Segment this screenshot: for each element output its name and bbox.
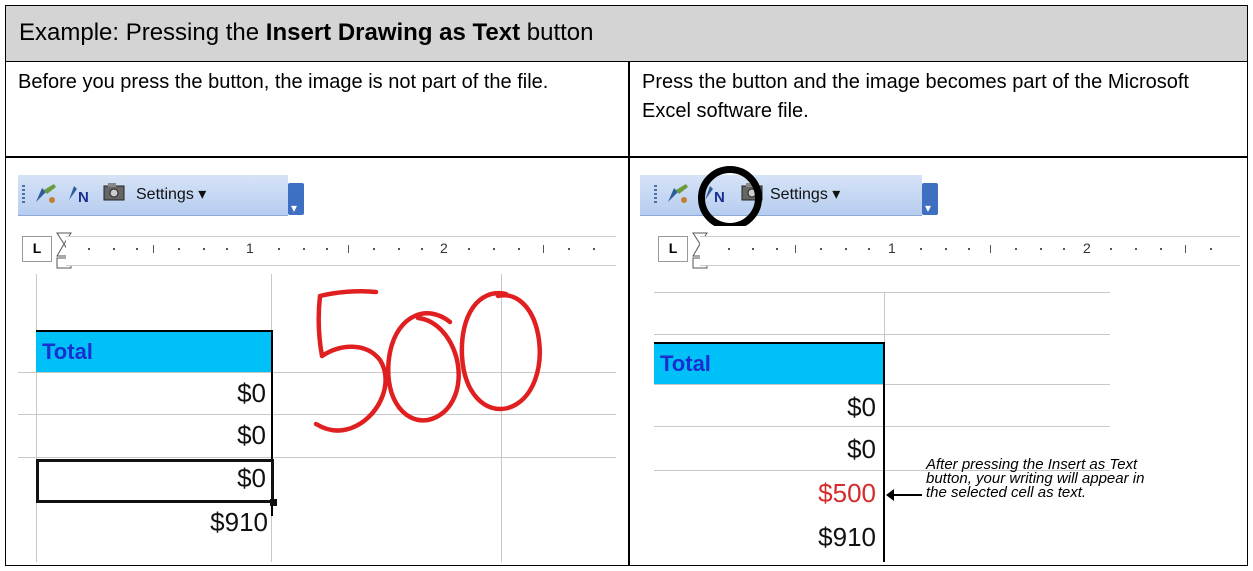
after-description: Press the button and the image becomes p…	[642, 71, 1189, 122]
ruler-strip	[700, 236, 1240, 266]
ruler-tick	[113, 248, 115, 250]
ruler-tick	[518, 248, 520, 250]
cell-border	[883, 342, 885, 562]
toolbar-background: N Settings ▾	[640, 175, 922, 216]
toolbar-overflow-button[interactable]	[922, 183, 938, 215]
ruler-tick	[468, 248, 470, 250]
ruler-tick	[968, 248, 970, 250]
ruler-tick	[868, 248, 870, 250]
ink-toolbar: N Settings ▾	[640, 166, 1240, 230]
ruler-tick	[226, 248, 228, 250]
tab-stop-selector[interactable]: L	[22, 236, 52, 262]
ruler-mark-2: 2	[440, 240, 448, 256]
ruler-tick	[1040, 248, 1042, 250]
ruler-tick	[373, 248, 375, 250]
pen-icon[interactable]	[664, 180, 692, 208]
ruler-tick	[1110, 248, 1112, 250]
callout-arrow	[886, 489, 922, 501]
inserted-value-cell[interactable]: $500	[654, 478, 876, 509]
total-header-cell[interactable]: Total	[654, 342, 884, 384]
callout-line: the selected cell as text.	[926, 484, 1087, 501]
ruler-tick	[845, 248, 847, 250]
total-value-cell[interactable]: $0	[36, 378, 266, 409]
ruler-tick	[990, 245, 991, 253]
example-table: Example: Pressing the Insert Drawing as …	[5, 5, 1248, 566]
total-header-cell[interactable]: Total	[36, 330, 273, 372]
settings-dropdown[interactable]: Settings ▾	[770, 184, 840, 204]
ruler-tick	[795, 245, 796, 253]
example-header: Example: Pressing the Insert Drawing as …	[6, 6, 1247, 62]
ruler-mark-1: 1	[888, 240, 896, 256]
total-value-cell[interactable]: $0	[654, 392, 876, 423]
ink-toolbar: N Settings ▾	[18, 166, 616, 221]
ruler-tick	[493, 248, 495, 250]
ruler: L 1 2	[640, 226, 1240, 272]
ruler-tick	[593, 248, 595, 250]
fill-handle[interactable]	[270, 499, 277, 506]
row-divider	[6, 156, 1247, 158]
toolbar-overflow-button[interactable]	[288, 183, 304, 215]
ruler-tick	[278, 248, 280, 250]
insert-drawing-as-text-icon[interactable]: N	[66, 180, 94, 208]
total-value-cell[interactable]: $910	[36, 507, 268, 538]
spreadsheet-area: Total $0 $0 $0 $910	[18, 274, 616, 562]
ruler-tick	[88, 248, 90, 250]
settings-dropdown[interactable]: Settings ▾	[136, 184, 206, 204]
pen-icon[interactable]	[32, 180, 60, 208]
callout-text: After pressing the Insert as Text button…	[926, 457, 1144, 501]
ruler-tick	[776, 248, 778, 250]
ruler-tick	[728, 248, 730, 250]
ruler-tick	[1210, 248, 1212, 250]
grid-row-line	[654, 384, 1110, 385]
total-value-cell[interactable]: $910	[654, 522, 876, 553]
toolbar-background: N Settings ▾	[18, 175, 288, 216]
ruler-tick	[543, 245, 544, 253]
toolbar-grip[interactable]	[22, 185, 25, 205]
ruler-tick	[1015, 248, 1017, 250]
handwritten-500-ink	[313, 288, 542, 433]
ruler-tick	[1063, 248, 1065, 250]
ruler-tick	[326, 248, 328, 250]
total-value-cell[interactable]: $0	[654, 434, 876, 465]
ruler-tick	[1185, 245, 1186, 253]
before-description: Before you press the button, the image i…	[18, 71, 549, 93]
ruler-mark-2: 2	[1083, 240, 1091, 256]
column-divider	[628, 62, 630, 565]
ruler-tick	[303, 248, 305, 250]
ruler-tick	[752, 248, 754, 250]
total-value-cell[interactable]: $0	[36, 420, 266, 451]
ruler-tick	[153, 245, 154, 253]
grid-row-line	[654, 426, 1110, 427]
grid-row-line	[18, 457, 616, 458]
toolbar-grip[interactable]	[654, 185, 657, 205]
camera-icon[interactable]	[100, 180, 128, 208]
ruler-tick	[820, 248, 822, 250]
ruler-tick	[136, 248, 138, 250]
tab-stop-selector[interactable]: L	[658, 236, 688, 262]
ruler-tick	[348, 245, 349, 253]
svg-text:N: N	[78, 189, 89, 206]
ruler: L 1 2	[18, 226, 616, 272]
ruler-tick	[178, 248, 180, 250]
grid-row-line	[654, 292, 1110, 293]
total-value-cell[interactable]: $0	[36, 463, 266, 494]
ruler-tick	[203, 248, 205, 250]
ruler-mark-1: 1	[246, 240, 254, 256]
ruler-tick	[421, 248, 423, 250]
spreadsheet-area: Total $0 $0 $500 $910 After pressing the…	[640, 274, 1240, 562]
ruler-tick	[1160, 248, 1162, 250]
ruler-strip	[66, 236, 616, 266]
ruler-tick	[398, 248, 400, 250]
before-screenshot: N Settings ▾ L 1 2	[18, 166, 616, 562]
after-screenshot: N Settings ▾ L 1 2	[640, 166, 1240, 562]
ruler-tick	[920, 248, 922, 250]
ruler-tick	[1135, 248, 1137, 250]
ruler-tick	[568, 248, 570, 250]
grid-row-line	[654, 334, 1110, 335]
highlight-circle	[698, 166, 762, 230]
ruler-tick	[945, 248, 947, 250]
